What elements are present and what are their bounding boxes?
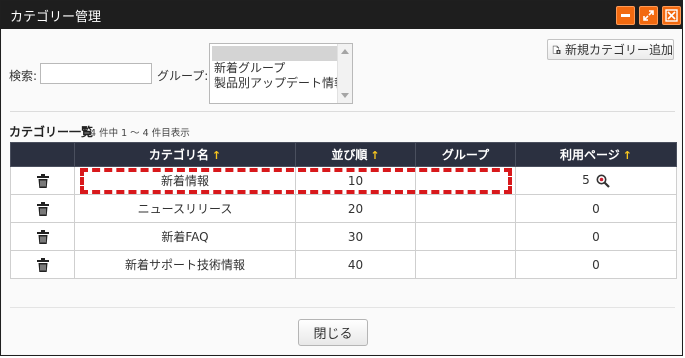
add-document-icon — [552, 45, 561, 54]
expand-icon — [643, 10, 654, 21]
search-label: 検索: — [9, 69, 38, 83]
column-header-name[interactable]: カテゴリ名 ↑ — [74, 142, 296, 167]
order-cell: 10 — [295, 166, 416, 195]
usage-cell: 0 — [515, 194, 677, 223]
trash-icon[interactable] — [36, 173, 49, 188]
window-content: 検索: グループ: 新着グループ 製品別アップデート情報 新規カテゴリー追加 カ… — [2, 29, 681, 354]
order-cell: 20 — [295, 194, 416, 223]
listbox-scrollbar[interactable] — [337, 44, 352, 103]
column-header-order[interactable]: 並び順 ↑ — [295, 142, 416, 167]
trash-icon[interactable] — [36, 257, 49, 272]
group-option-new[interactable]: 新着グループ — [212, 61, 339, 76]
group-cell — [415, 194, 516, 223]
table-header-row: カテゴリ名 ↑ 並び順 ↑ グループ 利用ページ ↑ — [10, 142, 677, 167]
column-group-label: グループ — [441, 148, 490, 162]
category-name-cell[interactable]: 新着情報 — [74, 166, 296, 195]
scroll-down-icon[interactable] — [341, 93, 349, 98]
group-cell — [415, 250, 516, 279]
delete-cell — [10, 194, 75, 223]
group-label: グループ: — [157, 69, 209, 83]
delete-cell — [10, 222, 75, 251]
column-header-actions — [10, 142, 75, 167]
order-cell: 40 — [295, 250, 416, 279]
usage-cell: 5 — [515, 166, 677, 195]
minimize-button[interactable] — [616, 6, 635, 25]
column-header-group[interactable]: グループ — [415, 142, 516, 167]
usage-cell: 0 — [515, 250, 677, 279]
sort-arrow-icon: ↑ — [211, 149, 222, 162]
maximize-button[interactable] — [639, 6, 658, 25]
search-input[interactable] — [40, 63, 152, 84]
title-bar[interactable]: カテゴリー管理 — [1, 1, 682, 29]
category-name-cell[interactable]: 新着サポート技術情報 — [74, 250, 296, 279]
category-list-count: 4 件中 1 ～ 4 件目表示 — [90, 128, 190, 139]
magnifier-icon[interactable] — [596, 174, 610, 188]
category-list-title: カテゴリー一覧 — [9, 125, 94, 139]
table-row[interactable]: ニュースリリース 20 0 — [10, 194, 677, 223]
section-divider — [10, 111, 675, 112]
close-button[interactable]: 閉じる — [298, 319, 368, 346]
order-cell: 30 — [295, 222, 416, 251]
table-row[interactable]: 新着サポート技術情報 40 0 — [10, 250, 677, 279]
usage-cell: 0 — [515, 222, 677, 251]
minimize-icon — [621, 14, 630, 17]
column-name-label: カテゴリ名 — [148, 148, 209, 162]
usage-count: 5 — [582, 173, 590, 188]
scroll-up-icon[interactable] — [341, 49, 349, 54]
category-management-window: カテゴリー管理 検索: グループ: 新着グループ 製品別アップデート情報 新規カ… — [0, 0, 683, 356]
group-option-product-updates[interactable]: 製品別アップデート情報 — [212, 76, 346, 91]
table-row[interactable]: 新着FAQ 30 0 — [10, 222, 677, 251]
trash-icon[interactable] — [36, 201, 49, 216]
table-row[interactable]: 新着情報 10 5 — [10, 166, 677, 195]
category-name-cell[interactable]: ニュースリリース — [74, 194, 296, 223]
close-window-button[interactable] — [662, 6, 681, 25]
group-cell — [415, 222, 516, 251]
column-usage-label: 利用ページ — [560, 148, 620, 162]
category-table: カテゴリ名 ↑ 並び順 ↑ グループ 利用ページ ↑ 新着情報 10 5 ニュー… — [10, 142, 677, 279]
category-name-cell[interactable]: 新着FAQ — [74, 222, 296, 251]
close-icon — [665, 9, 678, 22]
group-option-blank[interactable] — [212, 46, 339, 61]
trash-icon[interactable] — [36, 229, 49, 244]
delete-cell — [10, 250, 75, 279]
sort-arrow-icon: ↑ — [370, 149, 380, 162]
add-category-label: 新規カテゴリー追加 — [564, 43, 673, 57]
column-order-label: 並び順 — [331, 148, 368, 162]
add-category-button[interactable]: 新規カテゴリー追加 — [547, 39, 674, 60]
footer-divider — [10, 307, 675, 308]
sort-arrow-icon: ↑ — [622, 149, 632, 162]
column-header-usage[interactable]: 利用ページ ↑ — [515, 142, 677, 167]
group-cell — [415, 166, 516, 195]
group-listbox[interactable]: 新着グループ 製品別アップデート情報 — [209, 43, 353, 104]
delete-cell — [10, 166, 75, 195]
window-title: カテゴリー管理 — [10, 10, 102, 25]
